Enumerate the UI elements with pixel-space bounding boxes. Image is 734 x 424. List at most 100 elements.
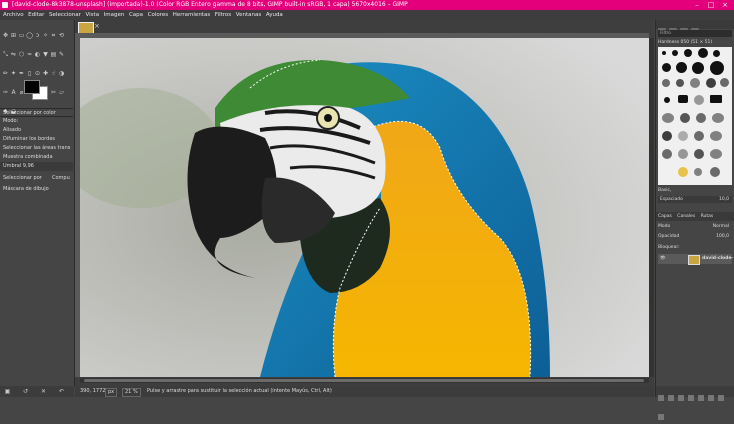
new-group-icon[interactable] (668, 395, 674, 401)
airbrush-tool-icon[interactable]: ✦ (10, 70, 17, 77)
warp-tool-icon[interactable]: ≈ (26, 51, 33, 58)
layer-opacity-label: Opacidad (658, 234, 680, 239)
dock-tabs (656, 20, 734, 35)
spacing-label: Espaciado (660, 197, 683, 202)
bucket-fill-tool-icon[interactable]: ▼ (42, 51, 49, 58)
threshold-slider[interactable]: Umbral 9,96 (0, 162, 73, 171)
move-tool-icon[interactable]: ✥ (2, 32, 9, 39)
brush-tag: Basic, (658, 188, 672, 193)
brush-actions (658, 205, 732, 220)
align-tool-icon[interactable]: ⊞ (10, 32, 17, 39)
delete-layer-icon[interactable] (658, 414, 664, 420)
horizontal-scrollbar[interactable] (80, 378, 649, 383)
rect-select-tool-icon[interactable]: ▭ (18, 32, 25, 39)
ink-tool-icon[interactable]: ✒ (18, 70, 25, 77)
lower-layer-icon[interactable] (688, 395, 694, 401)
tab-rutas[interactable]: Rutas (699, 212, 716, 221)
save-tool-preset-icon[interactable]: ▣ (4, 388, 11, 395)
visibility-eye-icon[interactable]: 👁 (660, 254, 666, 264)
spacing-value: 10,0 (718, 197, 729, 202)
anchor-layer-icon[interactable] (708, 395, 714, 401)
ellipse-select-tool-icon[interactable]: ◯ (26, 32, 33, 39)
clone-tool-icon[interactable]: ⊙ (34, 70, 41, 77)
unit-selector[interactable]: px (105, 388, 118, 397)
paintbrush-tool-icon[interactable]: ✎ (58, 51, 65, 58)
sample-merged-checkbox[interactable]: Muestra combinada (0, 153, 73, 162)
layer-mode-value[interactable]: Normal (713, 223, 729, 231)
text-tool-icon[interactable]: A (10, 89, 17, 96)
zoom-selector[interactable]: 21 % (122, 388, 141, 397)
menu-vista[interactable]: Vista (83, 10, 101, 20)
gimp-app-icon (2, 2, 8, 8)
new-layer-icon[interactable] (658, 395, 664, 401)
brush-filter-input[interactable]: Filtro (658, 30, 732, 37)
layer-opacity-value[interactable]: 100,0 (716, 233, 729, 241)
title-bar: [david-clode-8k3878-unsplash] (importada… (0, 0, 734, 10)
eraser-tool-icon[interactable]: ▯ (26, 70, 33, 77)
close-window-button[interactable]: × (718, 0, 732, 10)
crop-tool-icon[interactable]: ⌗ (50, 32, 57, 39)
tool-options-header: Seleccionar por color (0, 108, 73, 117)
antialias-checkbox[interactable]: Alisado (0, 126, 73, 135)
menu-filtros[interactable]: Filtros (213, 10, 234, 20)
select-by-dropdown[interactable]: Compu (52, 174, 70, 183)
draw-mask-checkbox[interactable]: Máscara de dibujo (0, 185, 73, 194)
menu-editar[interactable]: Editar (26, 10, 47, 20)
toolbox-bottom-bar: ▣ ↺ ✕ ↶ (0, 386, 74, 397)
mode-row[interactable]: Modo: (0, 117, 73, 126)
tool-grid: ✥⊞▭◯ↄ✧⌗⟲ ⤡⇋⬡≈◐▼▤✎ ✏✦✒▯⊙✚☝◑ ✑A⌀⊿⚲◈✂▱ ♠◒ (2, 22, 72, 117)
delete-icon[interactable]: ✕ (40, 388, 47, 395)
restore-icon[interactable]: ↺ (22, 388, 29, 395)
status-bar: 390, 1772 px 21 % Pulse y arrastre para … (75, 386, 654, 397)
layer-name[interactable]: david-clode- (702, 254, 733, 264)
vertical-scrollbar[interactable] (649, 38, 654, 377)
menu-bar: Archivo Editar Seleccionar Vista Imagen Capa C… (0, 10, 734, 20)
layer-row[interactable]: 👁 david-clode- (658, 254, 733, 265)
duplicate-layer-icon[interactable] (698, 395, 704, 401)
menu-seleccionar[interactable]: Seleccionar (47, 10, 83, 20)
gradient-tool-icon[interactable]: ▤ (50, 51, 57, 58)
select-by-label: Seleccionar por Compu (0, 174, 73, 183)
image-canvas[interactable] (80, 38, 649, 377)
foreground-color-swatch[interactable] (24, 80, 40, 94)
layer-opacity-row[interactable]: Opacidad 100,0 (658, 233, 732, 241)
menu-imagen[interactable]: Imagen (101, 10, 126, 20)
transparent-areas-checkbox[interactable]: Seleccionar las áreas trans (0, 144, 73, 153)
maximize-button[interactable]: □ (704, 0, 718, 10)
smudge-tool-icon[interactable]: ☝ (50, 70, 57, 77)
unified-transform-tool-icon[interactable]: ⟲ (58, 32, 65, 39)
fuzzy-select-tool-icon[interactable]: ✧ (42, 32, 49, 39)
perspective-tool-icon[interactable]: ▱ (58, 89, 65, 96)
menu-capa[interactable]: Capa (127, 10, 146, 20)
right-dock: Filtro Hardness 050 (51 × 51) Basic, Esp… (655, 20, 734, 420)
layer-mode-row[interactable]: Modo Normal (658, 223, 732, 231)
menu-ayuda[interactable]: Ayuda (264, 10, 286, 20)
raise-layer-icon[interactable] (678, 395, 684, 401)
mask-layer-icon[interactable] (718, 395, 724, 401)
tab-capas[interactable]: Capas (656, 212, 674, 221)
menu-archivo[interactable]: Archivo (0, 10, 26, 20)
horizontal-scroll-thumb[interactable] (84, 379, 644, 382)
scale-tool-icon[interactable]: ⤡ (2, 51, 9, 58)
reset-icon[interactable]: ↶ (58, 388, 65, 395)
parrot-photo (80, 38, 649, 377)
menu-herramientas[interactable]: Herramientas (170, 10, 212, 20)
pencil-tool-icon[interactable]: ✏ (2, 70, 9, 77)
tab-canales[interactable]: Canales (675, 212, 697, 221)
fg-select-tool-icon[interactable]: ◐ (34, 51, 41, 58)
minimize-button[interactable]: – (690, 0, 704, 10)
heal-tool-icon[interactable]: ✚ (42, 70, 49, 77)
image-tab-close-icon[interactable]: × (94, 22, 100, 30)
cage-tool-icon[interactable]: ⬡ (18, 51, 25, 58)
brush-spacing-slider[interactable]: Espaciado 10,0 (658, 196, 732, 203)
menu-ventanas[interactable]: Ventanas (233, 10, 263, 20)
feather-checkbox[interactable]: Difuminar los bordes (0, 135, 73, 144)
dodge-tool-icon[interactable]: ◑ (58, 70, 65, 77)
brush-grid[interactable] (658, 47, 732, 185)
menu-colores[interactable]: Colores (145, 10, 170, 20)
scissors-tool-icon[interactable]: ✂ (50, 89, 57, 96)
paths-tool-icon[interactable]: ✑ (2, 89, 9, 96)
free-select-tool-icon[interactable]: ↄ (34, 32, 41, 39)
layer-mode-label: Modo (658, 224, 671, 229)
flip-tool-icon[interactable]: ⇋ (10, 51, 17, 58)
